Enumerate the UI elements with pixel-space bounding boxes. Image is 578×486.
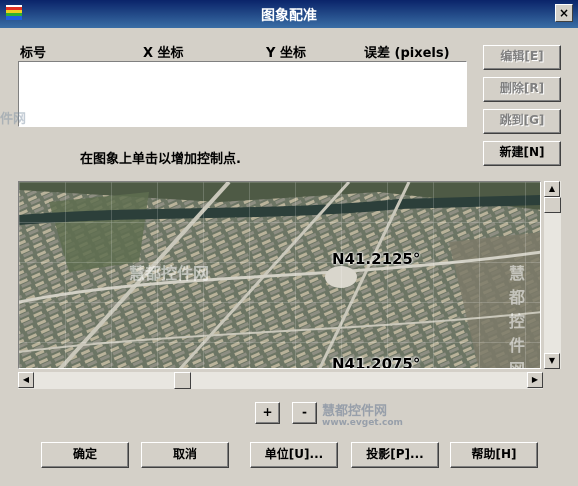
- image-registration-dialog: 图象配准 × 标号 X 坐标 Y 坐标 误差 (pixels) 编辑[E] 删除…: [0, 0, 578, 486]
- close-button[interactable]: ×: [555, 4, 573, 22]
- help-button-label: 帮助[H]: [471, 447, 517, 461]
- zoom-in-button[interactable]: +: [255, 402, 280, 424]
- watermark-left: 件网: [0, 112, 27, 127]
- scroll-up-arrow-icon[interactable]: ▲: [544, 181, 560, 197]
- horizontal-scroll-thumb[interactable]: [174, 372, 191, 389]
- edit-button[interactable]: 编辑[E]: [483, 45, 561, 70]
- scroll-left-arrow-icon[interactable]: ◀: [18, 372, 34, 388]
- column-header-y: Y 坐标: [266, 46, 306, 61]
- ok-button-label: 确定: [72, 447, 97, 461]
- column-header-id: 标号: [20, 46, 47, 61]
- cancel-button-label: 取消: [172, 447, 197, 461]
- column-header-x: X 坐标: [143, 46, 184, 61]
- window-title: 图象配准: [261, 8, 317, 24]
- units-button[interactable]: 单位[U]...: [250, 442, 338, 468]
- map-image-view[interactable]: N41.2125° N41.2075° 慧都控件网 慧都控件网: [18, 181, 541, 369]
- vertical-scroll-thumb[interactable]: [544, 197, 561, 213]
- zoom-out-button[interactable]: -: [292, 402, 317, 424]
- latitude-label-bottom: N41.2075°: [332, 355, 421, 369]
- column-header-error: 误差 (pixels): [364, 46, 450, 61]
- goto-button[interactable]: 跳到[G]: [483, 109, 561, 134]
- scroll-down-arrow-icon[interactable]: ▼: [544, 353, 560, 369]
- title-bar[interactable]: 图象配准 ×: [0, 0, 578, 28]
- control-point-list[interactable]: [18, 61, 467, 127]
- watermark-url: www.evget.com: [322, 418, 403, 428]
- horizontal-scrollbar[interactable]: ◀ ▶: [18, 372, 543, 389]
- new-button[interactable]: 新建[N]: [483, 141, 561, 166]
- projection-button-label: 投影[P]...: [366, 447, 424, 461]
- delete-button[interactable]: 删除[R]: [483, 77, 561, 102]
- goto-button-label: 跳到[G]: [499, 113, 545, 127]
- vertical-scrollbar[interactable]: ▲ ▼: [544, 181, 561, 369]
- watermark-text-right: 慧都控件网: [509, 264, 526, 368]
- hint-text: 在图象上单击以增加控制点.: [80, 152, 241, 167]
- watermark-text: 慧都控件网: [129, 264, 210, 283]
- scroll-right-arrow-icon[interactable]: ▶: [527, 372, 543, 388]
- new-button-label: 新建[N]: [499, 145, 545, 159]
- edit-button-label: 编辑[E]: [500, 49, 544, 63]
- satellite-image: [19, 182, 540, 368]
- cancel-button[interactable]: 取消: [141, 442, 229, 468]
- delete-button-label: 删除[R]: [499, 81, 545, 95]
- watermark-bottom: 慧都控件网: [322, 404, 388, 419]
- help-button[interactable]: 帮助[H]: [450, 442, 538, 468]
- ok-button[interactable]: 确定: [41, 442, 129, 468]
- zoom-in-label: +: [262, 405, 273, 419]
- projection-button[interactable]: 投影[P]...: [351, 442, 439, 468]
- units-button-label: 单位[U]...: [264, 447, 324, 461]
- latitude-label-top: N41.2125°: [332, 250, 421, 268]
- zoom-out-label: -: [302, 405, 307, 419]
